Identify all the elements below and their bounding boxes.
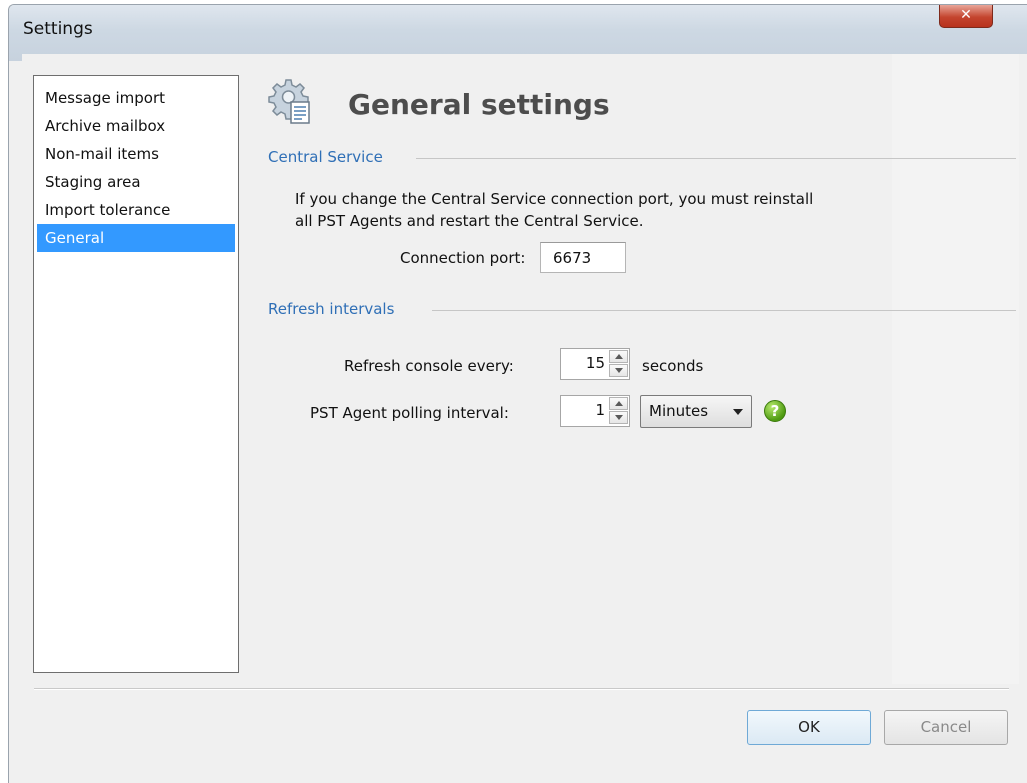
title-bar: Settings ✕ [9,5,1027,61]
connection-port-input[interactable] [540,242,626,273]
refresh-console-unit: seconds [642,357,704,375]
nav-item-import-tolerance[interactable]: Import tolerance [37,196,235,224]
ok-button[interactable]: OK [747,710,871,745]
arrow-up-icon [615,354,623,359]
refresh-console-label: Refresh console every: [344,357,514,375]
refresh-console-value: 15 [585,354,605,372]
arrow-up-icon [615,401,623,406]
note-line-1: If you change the Central Service connec… [295,190,814,208]
chevron-down-icon [733,409,743,415]
close-button[interactable]: ✕ [939,5,993,28]
nav-item-general[interactable]: General [37,224,235,252]
section-divider [432,310,1016,311]
section-heading-refresh-intervals: Refresh intervals [268,300,395,318]
agent-polling-stepper[interactable]: 1 [560,395,630,427]
arrow-down-icon [615,415,623,420]
connection-port-label: Connection port: [400,249,526,267]
section-heading-central-service: Central Service [268,148,383,166]
help-icon[interactable]: ? [764,400,786,422]
stepper-down-button[interactable] [609,411,628,424]
settings-nav-list: Message import Archive mailbox Non-mail … [33,75,239,673]
page-title: General settings [348,88,610,121]
refresh-console-stepper[interactable]: 15 [560,348,630,380]
dialog-body-right-panel [892,54,1019,684]
polling-unit-value: Minutes [649,402,709,420]
nav-item-non-mail-items[interactable]: Non-mail items [37,140,235,168]
close-icon: ✕ [960,7,972,23]
stepper-down-button[interactable] [609,364,628,377]
arrow-down-icon [615,368,623,373]
window-title: Settings [23,19,93,39]
nav-item-message-import[interactable]: Message import [37,84,235,112]
nav-item-staging-area[interactable]: Staging area [37,168,235,196]
gear-settings-icon [268,79,310,124]
stepper-up-button[interactable] [609,350,628,363]
cancel-button[interactable]: Cancel [884,710,1008,745]
agent-polling-value: 1 [595,401,605,419]
stepper-up-button[interactable] [609,397,628,410]
section-divider [416,158,1016,159]
nav-item-archive-mailbox[interactable]: Archive mailbox [37,112,235,140]
agent-polling-label: PST Agent polling interval: [310,404,509,422]
central-service-note: If you change the Central Service connec… [295,188,915,232]
footer-divider-highlight [34,689,1009,690]
polling-unit-select[interactable]: Minutes [640,395,752,428]
note-line-2: all PST Agents and restart the Central S… [295,212,644,230]
